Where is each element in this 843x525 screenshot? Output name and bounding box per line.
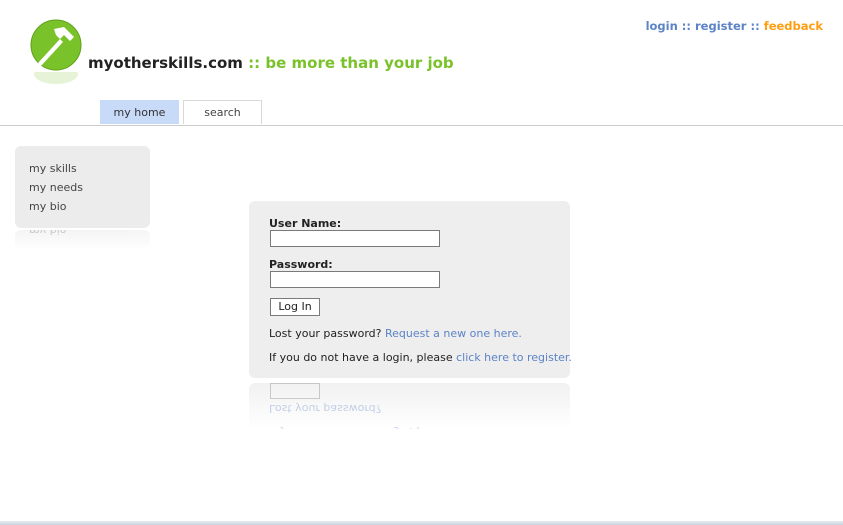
link-divider: :: [677,19,696,33]
no-login-text: If you do not have a login, please [269,351,453,364]
sidebar-item-my-bio[interactable]: my bio [29,200,67,213]
reflection-mirror: If you do not have a login, please Lost … [249,383,570,429]
reflection-text: If you do not have a login, please [269,426,453,429]
tab-my-home[interactable]: my home [100,100,179,124]
login-form: User Name: Password: Log In Lost your pa… [249,201,572,378]
password-input[interactable] [270,271,440,288]
register-link[interactable]: register [695,19,746,33]
reflection-register-line: If you do not have a login, please [269,426,453,429]
tab-search[interactable]: search [183,100,262,124]
title-separator: :: [242,54,266,72]
header-divider [0,125,843,126]
reflection-text: my bio [29,230,67,237]
top-links: login :: register :: feedback [646,19,823,33]
login-form-reflection: If you do not have a login, please Lost … [249,383,570,429]
register-here-link[interactable]: click here to register. [456,351,572,364]
username-label: User Name: [269,217,342,230]
username-input[interactable] [270,230,440,247]
logo-reflection [34,72,78,84]
side-menu: my skills my needs my bio [15,146,150,228]
login-link[interactable]: login [646,19,678,33]
feedback-link[interactable]: feedback [764,19,823,33]
link-divider: :: [746,19,764,33]
site-title: myotherskills.com :: be more than your j… [88,54,454,72]
reflection-lost-line: Lost your password? [269,402,382,415]
sidebar-item-my-skills[interactable]: my skills [29,162,77,175]
login-button[interactable]: Log In [270,298,320,316]
reflection-button [270,383,320,399]
site-name: myotherskills.com [88,54,243,72]
request-password-link[interactable]: Request a new one here. [385,327,522,340]
lost-password-line: Lost your password? Request a new one he… [269,327,522,340]
window-bottom-edge [0,521,843,525]
site-slogan: be more than your job [265,54,454,72]
reflection-text: Lost your password? [269,402,382,415]
sidebar-item-my-needs[interactable]: my needs [29,181,83,194]
side-menu-reflection: my bio [15,230,150,250]
register-line: If you do not have a login, please click… [269,351,572,364]
hammer-logo-icon [30,19,82,71]
password-label: Password: [269,258,333,271]
lost-password-text: Lost your password? [269,327,382,340]
main-tabs: my home search [100,100,262,124]
